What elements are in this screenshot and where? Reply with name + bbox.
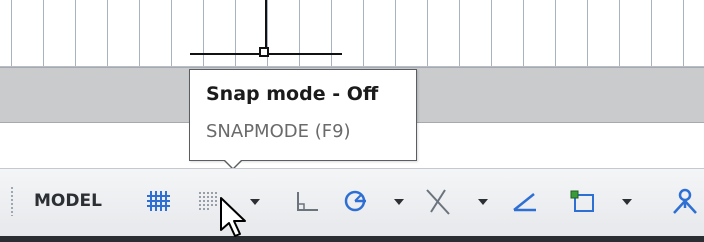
polar-tracking-icon[interactable] bbox=[340, 186, 370, 216]
object-snap-tracking-icon[interactable] bbox=[510, 186, 540, 216]
polar-dropdown-arrow-icon[interactable] bbox=[392, 186, 406, 216]
tooltip-command: SNAPMODE (F9) bbox=[206, 121, 351, 142]
statusbar-bottom-edge bbox=[0, 236, 704, 242]
ortho-icon[interactable] bbox=[292, 186, 322, 216]
tooltip-title: Snap mode - Off bbox=[206, 83, 379, 105]
isodraft-dropdown-arrow-icon[interactable] bbox=[476, 186, 490, 216]
crosshair-vertical bbox=[265, 0, 267, 48]
snap-mode-tooltip: Snap mode - Off SNAPMODE (F9) bbox=[189, 69, 417, 161]
tooltip-pointer-fill bbox=[224, 159, 242, 168]
pickbox-cursor bbox=[259, 47, 269, 57]
isodraft-icon[interactable] bbox=[423, 186, 453, 216]
object-snap-dropdown-arrow-icon[interactable] bbox=[620, 186, 634, 216]
snap-dropdown-arrow-icon[interactable] bbox=[248, 186, 262, 216]
model-space-button[interactable]: MODEL bbox=[28, 188, 108, 214]
mouse-pointer-icon bbox=[220, 197, 246, 237]
annotation-scale-icon[interactable] bbox=[670, 186, 700, 216]
object-snap-icon[interactable] bbox=[568, 186, 598, 216]
statusbar-grip[interactable] bbox=[10, 186, 14, 216]
drawing-canvas[interactable] bbox=[0, 0, 704, 67]
grid-icon[interactable] bbox=[143, 186, 173, 216]
